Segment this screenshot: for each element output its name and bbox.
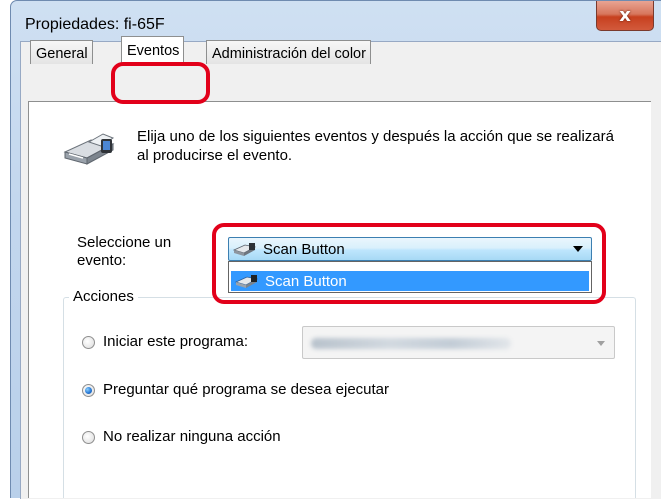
radio-start-program[interactable] — [82, 336, 95, 349]
radio-no-action-label[interactable]: No realizar ninguna acción — [103, 428, 281, 445]
tab-administracion-color[interactable]: Administración del color — [206, 40, 371, 64]
radio-no-action[interactable] — [82, 431, 95, 444]
radio-prompt-program-label[interactable]: Preguntar qué programa se desea ejecutar — [103, 381, 389, 398]
close-icon: x — [619, 5, 631, 26]
tab-administracion-color-label: Administración del color — [212, 46, 366, 62]
tab-eventos-label: Eventos — [127, 43, 180, 59]
chevron-down-icon — [597, 341, 605, 346]
event-select-highlight — [212, 223, 606, 304]
eventos-tab-highlight — [111, 62, 210, 104]
window-title: Propiedades: fi-65F — [25, 16, 165, 33]
actions-group-label: Acciones — [69, 288, 138, 305]
select-event-label: Seleccione un evento: — [77, 234, 172, 269]
blurred-program-name — [311, 338, 511, 349]
scanner-icon — [63, 133, 115, 165]
program-select — [302, 326, 615, 359]
title-bar[interactable]: Propiedades: fi-65F x — [11, 1, 661, 33]
radio-prompt-program[interactable] — [82, 384, 95, 397]
radio-start-program-label[interactable]: Iniciar este programa: — [103, 333, 248, 350]
tab-general[interactable]: General — [30, 40, 93, 64]
events-intro-text: Elija uno de los siguientes eventos y de… — [137, 128, 614, 164]
close-button[interactable]: x — [596, 1, 654, 31]
tab-general-label: General — [36, 46, 88, 62]
